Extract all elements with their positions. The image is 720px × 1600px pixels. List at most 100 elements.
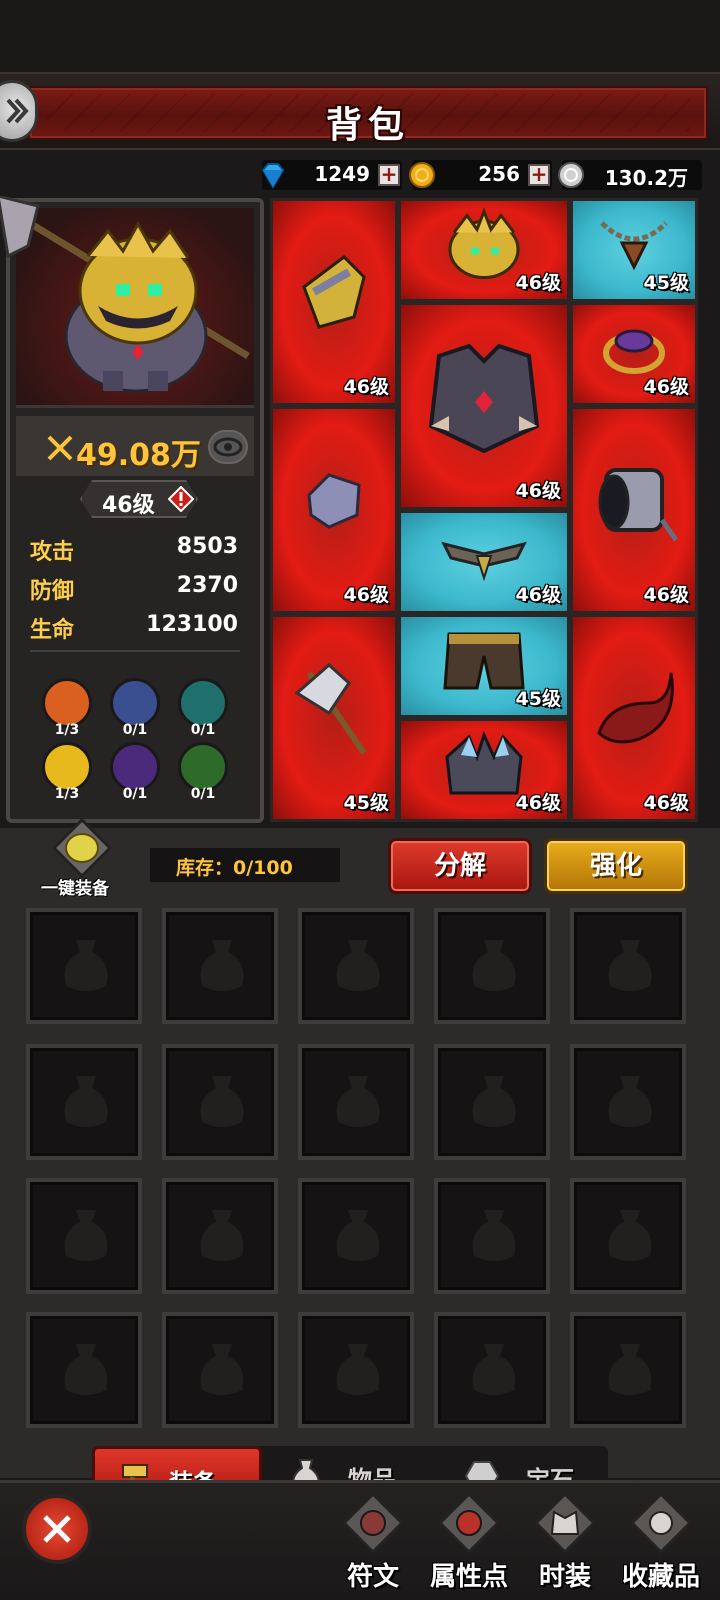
- bag-slot[interactable]: [570, 908, 686, 1024]
- attribute-icon: [438, 1492, 500, 1554]
- element-count: 0/1: [122, 722, 148, 738]
- necklace-icon: [600, 221, 668, 271]
- bag-slot[interactable]: [434, 1178, 550, 1294]
- bracer-icon: [598, 467, 679, 542]
- equip-slot-shoulder[interactable]: 46级: [270, 198, 398, 406]
- bag-slot[interactable]: [570, 1312, 686, 1428]
- nav-label: 收藏品: [621, 1562, 700, 1592]
- quick-equip-label: 一键装备: [41, 879, 109, 899]
- equip-slot-belt[interactable]: 46级: [398, 510, 570, 614]
- equip-slot-chest[interactable]: 46级: [398, 302, 570, 510]
- bag-slot[interactable]: [298, 1312, 414, 1428]
- glove-icon: [307, 473, 361, 529]
- stat-label: 防御: [30, 579, 75, 604]
- sack-icon: [200, 940, 244, 991]
- equip-slot-necklace[interactable]: 45级: [570, 198, 698, 302]
- double-chevron-icon: [6, 98, 29, 124]
- bag-slot[interactable]: [298, 1178, 414, 1294]
- equip-slot-pants[interactable]: 45级: [398, 614, 570, 718]
- costume-icon: [534, 1492, 596, 1554]
- bag-slot[interactable]: [298, 1044, 414, 1160]
- item-level: 46级: [643, 376, 689, 398]
- item-level: 45级: [643, 272, 689, 294]
- gold-amount: 256: [478, 162, 520, 186]
- equip-slot-weapon[interactable]: 45级: [270, 614, 398, 822]
- ice-element-icon[interactable]: [178, 678, 228, 728]
- hero-level-badge: 46级: [80, 480, 198, 518]
- bag-slot[interactable]: [298, 908, 414, 1024]
- bag-slot[interactable]: [162, 1312, 278, 1428]
- nature-element-icon[interactable]: [178, 742, 228, 792]
- sack-icon: [472, 1076, 516, 1127]
- add-gems-button[interactable]: +: [378, 164, 400, 186]
- bag-slot[interactable]: [162, 1044, 278, 1160]
- add-gold-button[interactable]: +: [528, 164, 550, 186]
- equip-slot-boots[interactable]: 46级: [398, 718, 570, 822]
- bag-slot[interactable]: [162, 1178, 278, 1294]
- bag-slot[interactable]: [162, 908, 278, 1024]
- shoulder-armor-icon: [302, 254, 366, 329]
- hero-character-image: [0, 196, 250, 393]
- sack-icon: [64, 1076, 108, 1127]
- crossed-swords-icon: [43, 1515, 71, 1543]
- close-button[interactable]: [22, 1494, 92, 1564]
- stat-value: 8503: [176, 534, 238, 559]
- stat-defense: 防御 2370: [30, 573, 238, 604]
- equip-slot-bracer[interactable]: 46级: [570, 406, 698, 614]
- nav-label: 属性点: [429, 1562, 508, 1592]
- inventory-counter: 库存：0/100: [150, 848, 340, 882]
- nav-attribute[interactable]: 属性点: [426, 1488, 512, 1598]
- bag-slot[interactable]: [26, 1312, 142, 1428]
- silver-amount: 130.2万: [604, 166, 688, 190]
- bag-slot[interactable]: [434, 908, 550, 1024]
- sack-icon: [64, 1344, 108, 1395]
- equip-slot-horn[interactable]: 46级: [570, 614, 698, 822]
- item-level: 46级: [515, 584, 561, 606]
- eye-icon[interactable]: [208, 430, 248, 464]
- equip-slot-glove[interactable]: 46级: [270, 406, 398, 614]
- nav-costume[interactable]: 时装: [522, 1488, 608, 1598]
- bag-slot[interactable]: [26, 1044, 142, 1160]
- sack-icon: [200, 1076, 244, 1127]
- lightning-element-icon[interactable]: [110, 678, 160, 728]
- bag-slot[interactable]: [434, 1312, 550, 1428]
- sack-icon: [608, 940, 652, 991]
- chest-armor-icon: [428, 343, 540, 454]
- element-count: 0/1: [122, 786, 148, 802]
- sack-icon: [336, 1076, 380, 1127]
- quick-equip-button[interactable]: 一键装备: [30, 818, 120, 899]
- sack-icon: [608, 1076, 652, 1127]
- element-count: 0/1: [190, 786, 216, 802]
- light-element-icon[interactable]: [42, 742, 92, 792]
- stat-label: 生命: [30, 618, 75, 643]
- enhance-button[interactable]: 强化: [544, 838, 688, 894]
- decompose-button[interactable]: 分解: [388, 838, 532, 894]
- sack-icon: [64, 940, 108, 991]
- nav-label: 时装: [538, 1562, 591, 1592]
- bag-slot[interactable]: [570, 1044, 686, 1160]
- bag-slot[interactable]: [570, 1178, 686, 1294]
- fire-element-icon[interactable]: [42, 678, 92, 728]
- bag-slot[interactable]: [26, 1178, 142, 1294]
- nav-collection[interactable]: 收藏品: [618, 1488, 704, 1598]
- diamond-icon: [261, 163, 285, 189]
- stat-label: 攻击: [30, 540, 75, 565]
- rune-icon: [342, 1492, 404, 1554]
- sack-icon: [64, 1210, 108, 1261]
- sack-icon: [608, 1344, 652, 1395]
- bag-slot[interactable]: [434, 1044, 550, 1160]
- sack-icon: [608, 1210, 652, 1261]
- armor-badge-icon: [52, 818, 112, 878]
- sack-icon: [200, 1210, 244, 1261]
- sack-icon: [336, 1344, 380, 1395]
- bag-slot[interactable]: [26, 908, 142, 1024]
- equip-slot-ring[interactable]: 46级: [570, 302, 698, 406]
- shadow-element-icon[interactable]: [110, 742, 160, 792]
- alert-icon[interactable]: [168, 486, 194, 512]
- equip-slot-helmet[interactable]: 46级: [398, 198, 570, 302]
- axe-icon: [294, 662, 367, 755]
- divider: [30, 650, 240, 652]
- nav-rune[interactable]: 符文: [330, 1488, 416, 1598]
- hero-portrait[interactable]: [0, 196, 254, 408]
- belt-icon: [441, 541, 527, 582]
